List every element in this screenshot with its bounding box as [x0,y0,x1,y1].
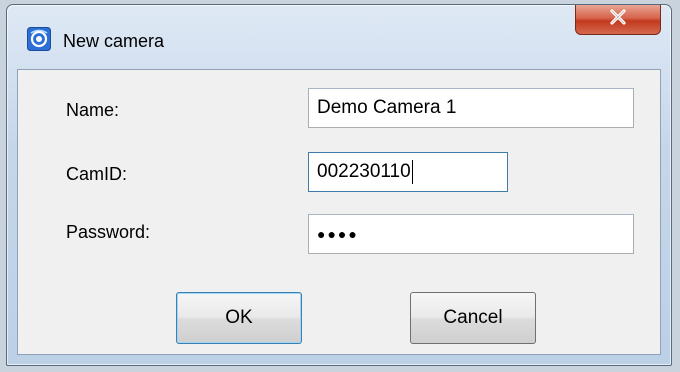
password-field-value: ●●●● [317,226,359,242]
close-x-icon [609,9,627,30]
close-button[interactable] [575,5,661,35]
name-label: Name: [66,100,120,120]
dialog-client-area: Name: Demo Camera 1 CamID: 002230110 Pas… [17,69,661,355]
new-camera-dialog: New camera Name: Demo Camera 1 CamID: 00… [6,4,672,366]
ok-button[interactable]: OK [176,292,302,344]
camid-label: CamID: [66,164,128,184]
title-bar[interactable]: New camera [7,5,671,77]
camid-field-value: 002230110 [317,161,411,182]
name-field[interactable]: Demo Camera 1 [308,88,634,128]
window-title: New camera [63,31,165,51]
name-field-value: Demo Camera 1 [317,97,457,118]
text-caret [411,159,413,184]
cancel-button[interactable]: Cancel [410,292,536,344]
camera-app-icon [27,27,51,51]
password-field[interactable]: ●●●● [308,214,634,254]
camid-field[interactable]: 002230110 [308,152,508,192]
password-label: Password: [66,222,151,242]
